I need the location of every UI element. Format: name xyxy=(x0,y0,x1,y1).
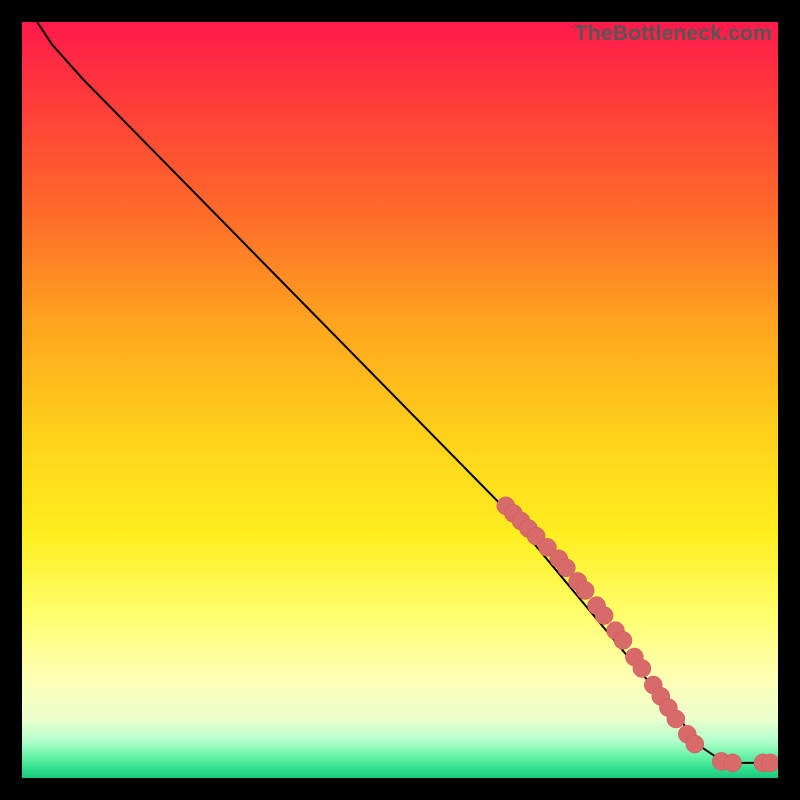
plot-area: TheBottleneck.com xyxy=(22,22,778,778)
bottleneck-curve xyxy=(37,22,770,763)
data-point xyxy=(576,582,594,600)
data-point xyxy=(724,754,742,772)
data-point xyxy=(761,754,778,772)
data-point xyxy=(686,735,704,753)
chart-overlay xyxy=(22,22,778,778)
marker-group xyxy=(497,497,778,772)
data-point xyxy=(667,710,685,728)
chart-frame: TheBottleneck.com xyxy=(0,0,800,800)
data-point xyxy=(614,631,632,649)
data-point xyxy=(633,659,651,677)
data-point xyxy=(595,607,613,625)
